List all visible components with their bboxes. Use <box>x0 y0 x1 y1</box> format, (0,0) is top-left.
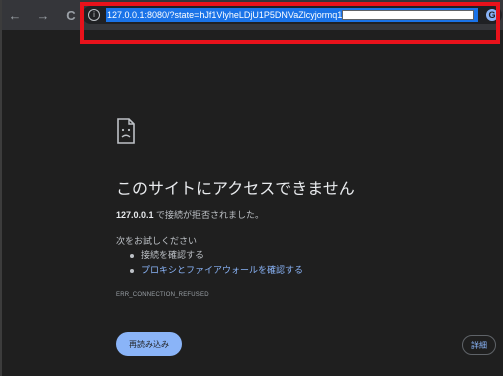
reload-button[interactable]: 再読み込み <box>116 332 182 356</box>
error-page <box>2 30 503 376</box>
error-heading: このサイトにアクセスできません <box>116 181 355 198</box>
suggestion-check-connection: 接続を確認する <box>141 250 205 260</box>
error-message-text: で接続が拒否されました。 <box>153 210 265 220</box>
details-button[interactable]: 詳細 <box>462 335 496 355</box>
suggestion-item[interactable]: プロキシとファイアウォールを確認する <box>130 263 303 276</box>
try-label: 次をお試しください <box>116 236 198 246</box>
forward-arrow-icon[interactable]: → <box>34 5 52 25</box>
sad-page-icon <box>117 118 135 144</box>
bullet-icon <box>130 268 134 273</box>
error-message: 127.0.0.1 で接続が拒否されました。 <box>116 208 264 221</box>
error-code: ERR_CONNECTION_REFUSED <box>116 292 209 298</box>
suggestion-item: 接続を確認する <box>130 248 204 261</box>
browser-window: ← → C i 127.0.0.1:8080/?state=hJf1VlyheL… <box>0 0 503 376</box>
bullet-icon <box>130 253 134 258</box>
suggestion-check-proxy-link[interactable]: プロキシとファイアウォールを確認する <box>141 265 303 275</box>
error-host: 127.0.0.1 <box>116 210 154 220</box>
reload-icon[interactable]: C <box>62 5 80 25</box>
back-arrow-icon[interactable]: ← <box>6 5 24 25</box>
